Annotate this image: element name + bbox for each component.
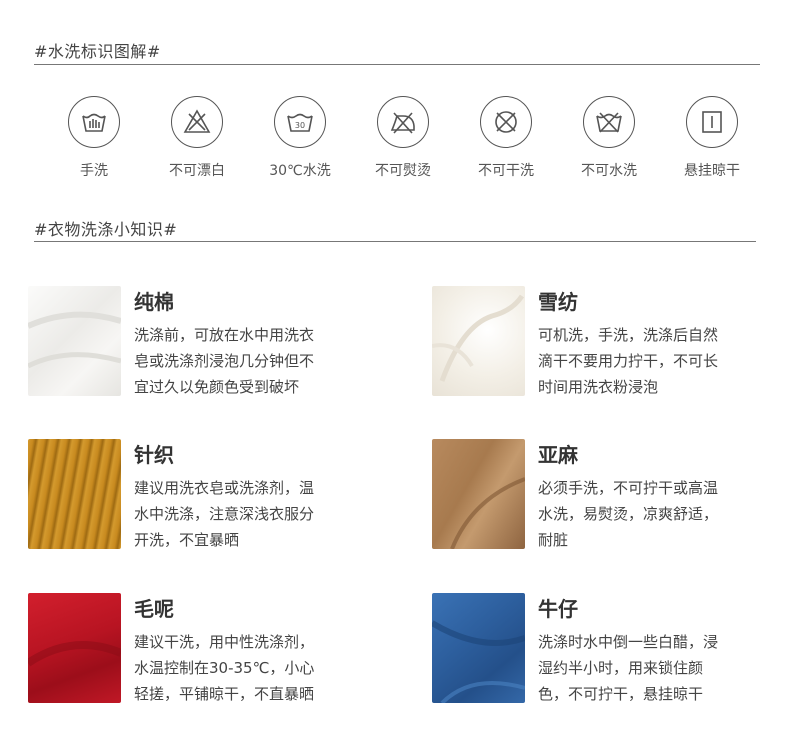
- fabric-description: 建议干洗，用中性洗涤剂， 水温控制在30-35℃，小心 轻搓，平铺晾干，不直暴晒: [134, 629, 349, 707]
- description-line: 轻搓，平铺晾干，不直暴晒: [134, 685, 315, 703]
- wash-30-icon: 30: [274, 96, 326, 148]
- care-symbol-label: 30℃水洗: [269, 163, 331, 179]
- care-symbols-divider: [34, 64, 760, 65]
- fabric-swatch-image: [28, 286, 121, 396]
- fabric-swatch-image: [432, 593, 525, 703]
- no-bleach-icon: [171, 96, 223, 148]
- fabric-name: 针织: [134, 443, 174, 467]
- care-symbol-no-dry-clean: 不可干洗: [456, 96, 556, 180]
- fabric-card-denim: 牛仔 洗涤时水中倒一些白醋，浸 湿约半小时，用来锁住颜 色，不可拧干，悬挂晾干: [432, 593, 782, 708]
- care-symbol-no-iron: 不可熨烫: [353, 96, 453, 180]
- fabric-card-cotton: 纯棉 洗涤前，可放在水中用洗衣 皂或洗涤剂浸泡几分钟但不 宜过久以免颜色受到破坏: [28, 286, 378, 401]
- description-line: 水洗，易熨烫，凉爽舒适，: [538, 505, 719, 523]
- care-symbol-label: 不可水洗: [581, 163, 637, 179]
- care-symbol-no-bleach: 不可漂白: [147, 96, 247, 180]
- description-line: 水温控制在30-35℃，小心: [134, 659, 315, 677]
- description-line: 建议用洗衣皂或洗涤剂，温: [134, 479, 315, 497]
- fabric-description: 可机洗，手洗，洗涤后自然 滴干不要用力拧干，不可长 时间用洗衣粉浸泡: [538, 322, 753, 400]
- fabric-description: 洗涤时水中倒一些白醋，浸 湿约半小时，用来锁住颜 色，不可拧干，悬挂晾干: [538, 629, 753, 707]
- description-line: 必须手洗，不可拧干或高温: [538, 479, 719, 497]
- care-symbol-wash-30: 30 30℃水洗: [250, 96, 350, 180]
- no-dry-clean-icon: [480, 96, 532, 148]
- care-symbol-hand-wash: 手洗: [44, 96, 144, 180]
- fabric-card-knit: 针织 建议用洗衣皂或洗涤剂，温 水中洗涤，注意深浅衣服分 开洗，不宜暴晒: [28, 439, 378, 554]
- fabric-swatch-image: [432, 439, 525, 549]
- fabric-description: 洗涤前，可放在水中用洗衣 皂或洗涤剂浸泡几分钟但不 宜过久以免颜色受到破坏: [134, 322, 349, 400]
- fabric-name: 雪纺: [538, 290, 578, 314]
- care-symbol-label: 不可干洗: [478, 163, 534, 179]
- fabric-card-wool: 毛呢 建议干洗，用中性洗涤剂， 水温控制在30-35℃，小心 轻搓，平铺晾干，不…: [28, 593, 378, 708]
- no-wash-icon: [583, 96, 635, 148]
- care-symbol-label: 不可熨烫: [375, 163, 431, 179]
- care-symbols-title: #水洗标识图解#: [34, 42, 161, 61]
- description-line: 耐脏: [538, 531, 569, 549]
- care-symbol-label: 不可漂白: [169, 163, 225, 179]
- laundry-tips-divider: [34, 241, 756, 242]
- description-line: 水中洗涤，注意深浅衣服分: [134, 505, 315, 523]
- description-line: 建议干洗，用中性洗涤剂，: [134, 633, 315, 651]
- fabric-card-linen: 亚麻 必须手洗，不可拧干或高温 水洗，易熨烫，凉爽舒适， 耐脏: [432, 439, 782, 554]
- description-line: 开洗，不宜暴晒: [134, 531, 240, 549]
- hang-dry-icon: [686, 96, 738, 148]
- wash-temperature-text: 30: [295, 121, 305, 130]
- fabric-card-chiffon: 雪纺 可机洗，手洗，洗涤后自然 滴干不要用力拧干，不可长 时间用洗衣粉浸泡: [432, 286, 782, 401]
- description-line: 滴干不要用力拧干，不可长: [538, 352, 719, 370]
- care-symbols-row: 手洗 不可漂白 30 30℃水洗 不可熨烫 不可干洗 不可水洗 悬挂晾干: [0, 96, 790, 186]
- fabric-description: 建议用洗衣皂或洗涤剂，温 水中洗涤，注意深浅衣服分 开洗，不宜暴晒: [134, 475, 349, 553]
- care-symbol-label: 悬挂晾干: [684, 163, 740, 179]
- description-line: 洗涤时水中倒一些白醋，浸: [538, 633, 719, 651]
- fabric-swatch-image: [432, 286, 525, 396]
- care-symbol-label: 手洗: [80, 163, 108, 179]
- fabric-name: 亚麻: [538, 443, 578, 467]
- no-iron-icon: [377, 96, 429, 148]
- fabric-swatch-image: [28, 439, 121, 549]
- care-symbol-no-wash: 不可水洗: [559, 96, 659, 180]
- fabric-name: 毛呢: [134, 597, 174, 621]
- description-line: 洗涤前，可放在水中用洗衣: [134, 326, 315, 344]
- description-line: 时间用洗衣粉浸泡: [538, 378, 659, 396]
- fabric-name: 牛仔: [538, 597, 578, 621]
- description-line: 湿约半小时，用来锁住颜: [538, 659, 704, 677]
- fabric-description: 必须手洗，不可拧干或高温 水洗，易熨烫，凉爽舒适， 耐脏: [538, 475, 753, 553]
- description-line: 皂或洗涤剂浸泡几分钟但不: [134, 352, 315, 370]
- description-line: 宜过久以免颜色受到破坏: [134, 378, 300, 396]
- fabric-swatch-image: [28, 593, 121, 703]
- description-line: 可机洗，手洗，洗涤后自然: [538, 326, 719, 344]
- hand-wash-icon: [68, 96, 120, 148]
- description-line: 色，不可拧干，悬挂晾干: [538, 685, 704, 703]
- laundry-tips-title: #衣物洗涤小知识#: [34, 220, 178, 239]
- fabric-name: 纯棉: [134, 290, 174, 314]
- care-symbol-hang-dry: 悬挂晾干: [662, 96, 762, 180]
